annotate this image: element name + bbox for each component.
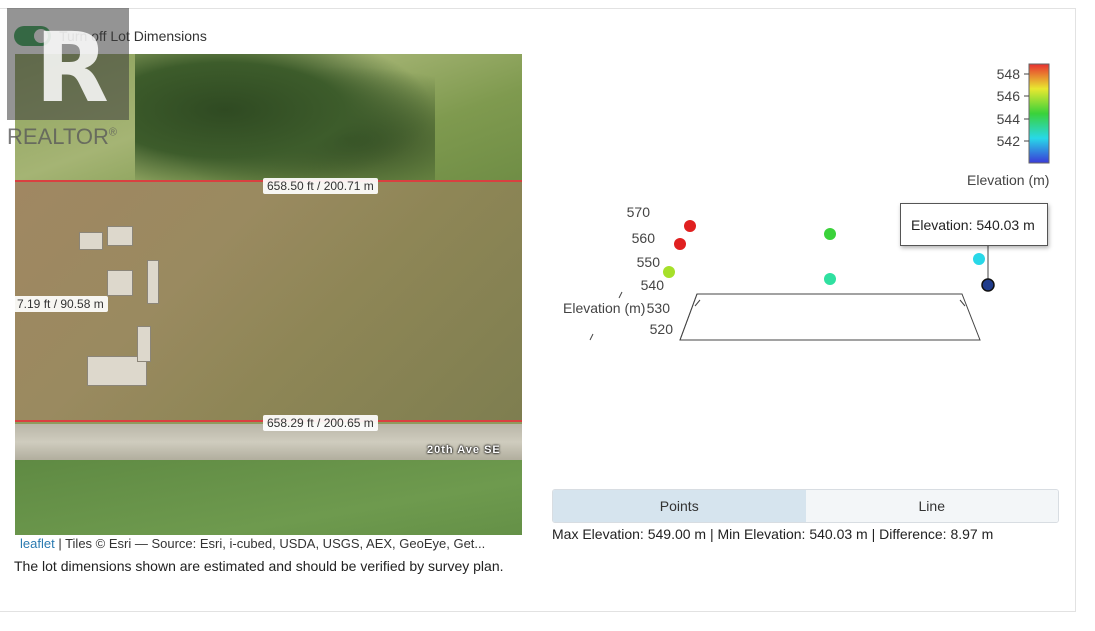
map-building (107, 270, 133, 296)
z-axis-tick-label: 520 (650, 321, 674, 337)
elevation-point (981, 278, 995, 292)
elevation-stats: Max Elevation: 549.00 m | Min Elevation:… (552, 526, 994, 542)
plot-tick (694, 299, 701, 307)
map-field-bottom (15, 460, 522, 535)
z-axis-tick-label: 530 (647, 300, 671, 316)
map-building (137, 326, 151, 362)
elevation-3d-plot[interactable]: 548 546 544 542 Elevation (m) 570 560 550 540 5… (552, 54, 1062, 474)
elevation-point (824, 273, 836, 285)
z-axis-tick-label: 570 (627, 204, 651, 220)
realtor-logo-word: REALTOR® (7, 124, 117, 150)
lot-disclaimer: The lot dimensions shown are estimated a… (14, 558, 504, 574)
map-building (147, 260, 159, 304)
realtor-logo: R REALTOR® (7, 8, 129, 151)
elevation-point (824, 228, 836, 240)
plot-tick (618, 291, 623, 299)
colorbar-tick-label: 548 (997, 66, 1021, 82)
colorbar-tick-label: 542 (997, 133, 1021, 149)
attribution-separator: | (54, 536, 66, 551)
bottom-dimension-label: 658.29 ft / 200.65 m (263, 415, 378, 431)
tab-points[interactable]: Points (553, 490, 806, 522)
elevation-point (663, 266, 675, 278)
map-building (107, 226, 133, 246)
elevation-point (973, 253, 985, 265)
colorbar-ticks: 548 546 544 542 (997, 66, 1029, 149)
elevation-plot-svg: 548 546 544 542 Elevation (m) 570 560 550 540 5… (563, 63, 1050, 341)
realtor-r-icon: R (35, 12, 109, 124)
colorbar-tick-label: 546 (997, 88, 1021, 104)
colorbar-label: Elevation (m) (967, 172, 1049, 188)
tab-line[interactable]: Line (805, 490, 1058, 522)
colorbar-tick-label: 544 (997, 111, 1021, 127)
elevation-point (684, 220, 696, 232)
top-dimension-label: 658.50 ft / 200.71 m (263, 178, 378, 194)
z-axis-tick-label: 540 (641, 277, 665, 293)
plot-axis-left (679, 293, 698, 341)
map-attribution: leaflet | Tiles © Esri — Source: Esri, i… (15, 536, 522, 554)
z-axis-tick-label: 550 (637, 254, 661, 270)
realtor-logo-mark: ® (108, 126, 117, 139)
map-building (79, 232, 103, 250)
elevation-tooltip: Elevation: 540.03 m (900, 203, 1048, 246)
elevation-point (674, 238, 686, 250)
plot-tick (589, 333, 594, 341)
plot-mode-tabs: Points Line (552, 489, 1059, 523)
side-dimension-label: 7.19 ft / 90.58 m (15, 296, 108, 312)
realtor-logo-text: REALTOR (7, 124, 109, 149)
road-label: 20th Ave SE (427, 444, 501, 456)
z-axis-tick-label: 560 (632, 230, 656, 246)
map-trees (135, 54, 435, 194)
z-axis-label: Elevation (m) (563, 300, 645, 316)
plot-floor (679, 293, 981, 341)
attribution-text: Tiles © Esri — Source: Esri, i-cubed, US… (65, 536, 486, 551)
colorbar (1028, 63, 1050, 164)
leaflet-link[interactable]: leaflet (20, 536, 55, 551)
